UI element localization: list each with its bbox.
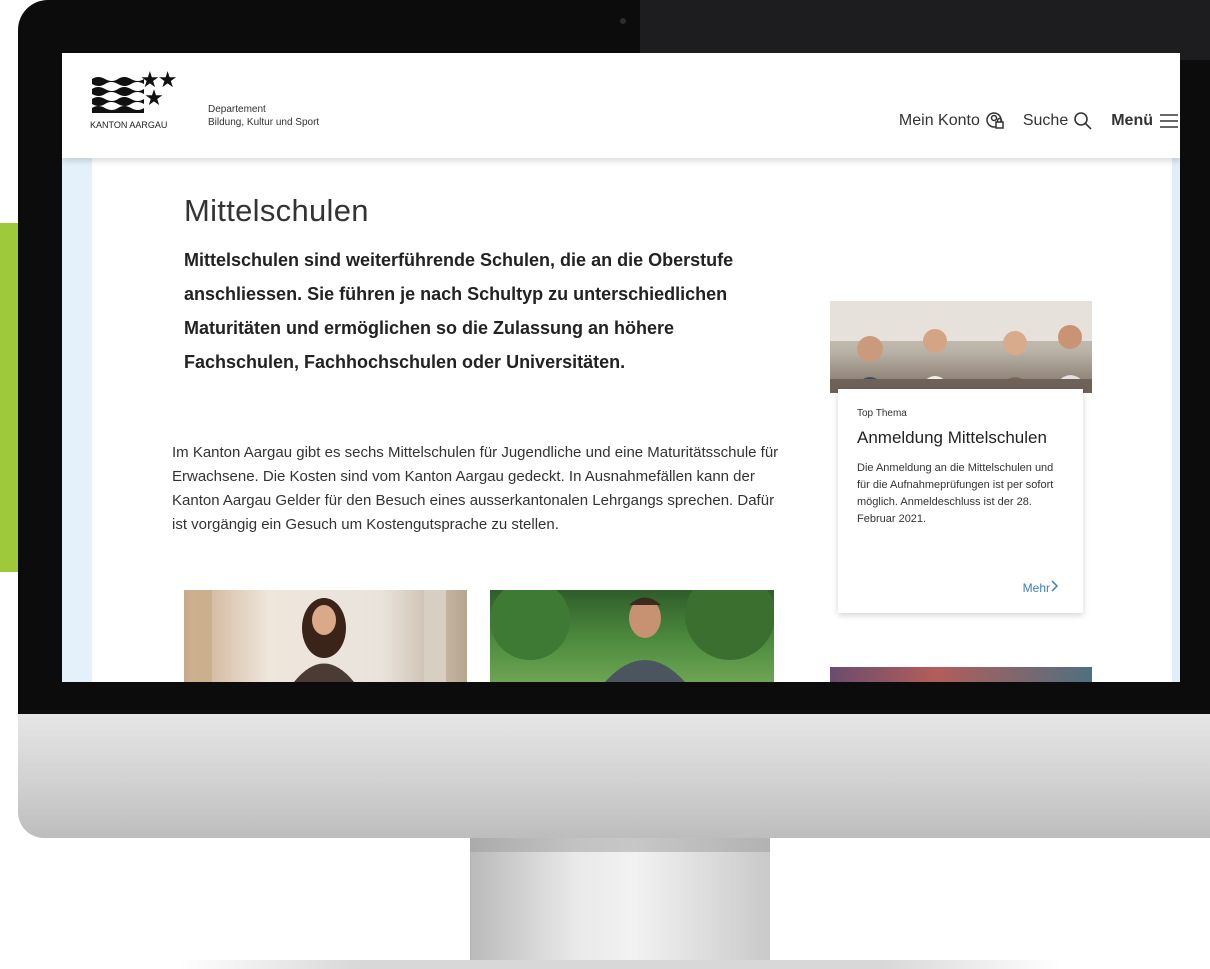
monitor-foot [180, 960, 1060, 969]
logo-waves-icon [92, 77, 144, 113]
logo-text: KANTON AARGAU [90, 120, 168, 130]
stand-shadow [470, 838, 770, 852]
account-link[interactable]: Mein Konto [899, 111, 1005, 131]
teaser-more-label: Mehr [1022, 580, 1050, 595]
department-name: Bildung, Kultur und Sport [208, 117, 320, 128]
search-label: Suche [1022, 112, 1069, 129]
kanton-logo[interactable]: ★★ ★ KANTON AARGAU [90, 69, 200, 131]
body-paragraph: Im Kanton Aargau gibt es sechs Mittelsch… [172, 444, 779, 533]
department-label-block: Departement Bildung, Kultur und Sport [208, 103, 319, 129]
account-label: Mein Konto [898, 112, 980, 129]
teaser-title[interactable]: Anmeldung Mittelschulen [857, 428, 1047, 448]
monitor-stand [470, 838, 770, 966]
search-link[interactable]: Suche [1023, 111, 1093, 131]
page-title: Mittelschulen [184, 193, 369, 228]
teaser-more-link[interactable]: Mehr [1023, 580, 1059, 595]
teaser-kicker: Top Thema [857, 408, 907, 419]
teaser-card[interactable]: Top Thema Anmeldung Mittelschulen Die An… [838, 389, 1083, 613]
department-label: Departement [208, 104, 266, 115]
teaser-image-illustration [830, 301, 1092, 393]
monitor-chin [18, 714, 1210, 838]
left-side-band [62, 158, 92, 682]
bezel-reflection [640, 0, 1210, 60]
hamburger-icon [1158, 112, 1180, 130]
teaser-image[interactable] [830, 301, 1092, 393]
header-nav: Mein Konto Suche Menü [881, 111, 1180, 131]
search-icon [1073, 111, 1093, 131]
monitor-mockup: ★★ ★ KANTON AARGAU Departement Bildung, … [0, 0, 1210, 969]
website-screen: ★★ ★ KANTON AARGAU Departement Bildung, … [62, 53, 1180, 682]
student-photo-1-illustration [194, 590, 446, 682]
second-teaser-image[interactable] [830, 667, 1092, 682]
chevron-right-icon [1050, 580, 1059, 595]
menu-button[interactable]: Menü [1111, 112, 1180, 130]
camera-dot [620, 18, 626, 24]
student-photo-1 [184, 590, 467, 682]
logo-stars-icon: ★★ ★ [140, 67, 177, 110]
main-content: Mittelschulen Mittelschulen sind weiterf… [184, 193, 784, 397]
menu-label: Menü [1111, 112, 1153, 129]
student-photo-2 [490, 590, 774, 682]
lead-paragraph: Mittelschulen sind weiterführende Schule… [184, 250, 734, 372]
teaser-text: Die Anmeldung an die Mittelschulen und f… [857, 462, 1054, 525]
account-lock-icon [985, 111, 1005, 131]
site-header: ★★ ★ KANTON AARGAU Departement Bildung, … [62, 53, 1180, 158]
student-photo-2-illustration [490, 590, 774, 682]
